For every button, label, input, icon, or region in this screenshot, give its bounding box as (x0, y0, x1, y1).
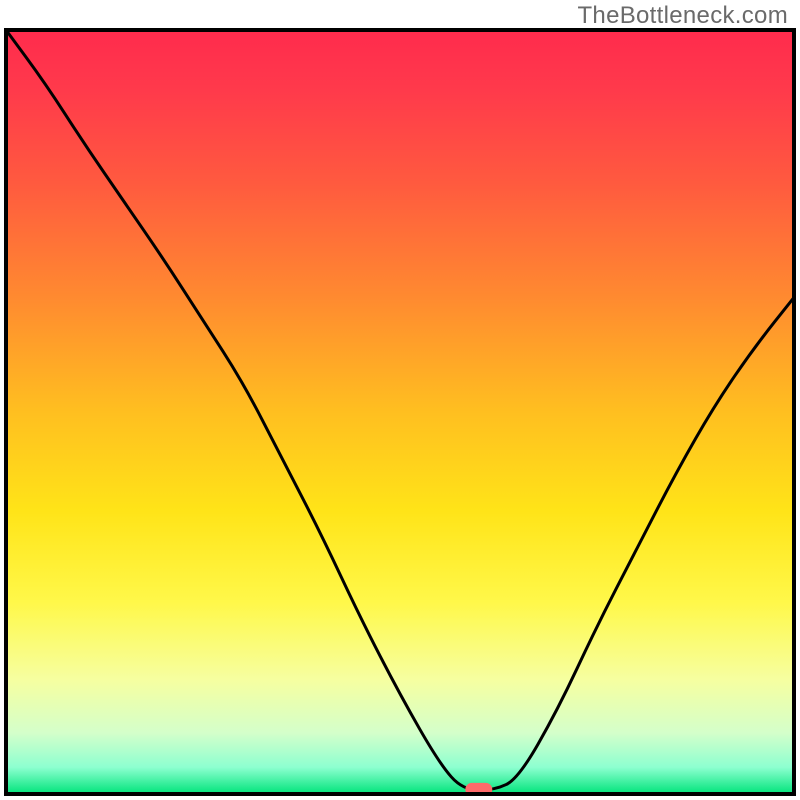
watermark-text: TheBottleneck.com (577, 2, 788, 30)
chart-container: TheBottleneck.com (0, 0, 800, 800)
bottleneck-chart (0, 0, 800, 800)
plot-background (6, 30, 794, 794)
